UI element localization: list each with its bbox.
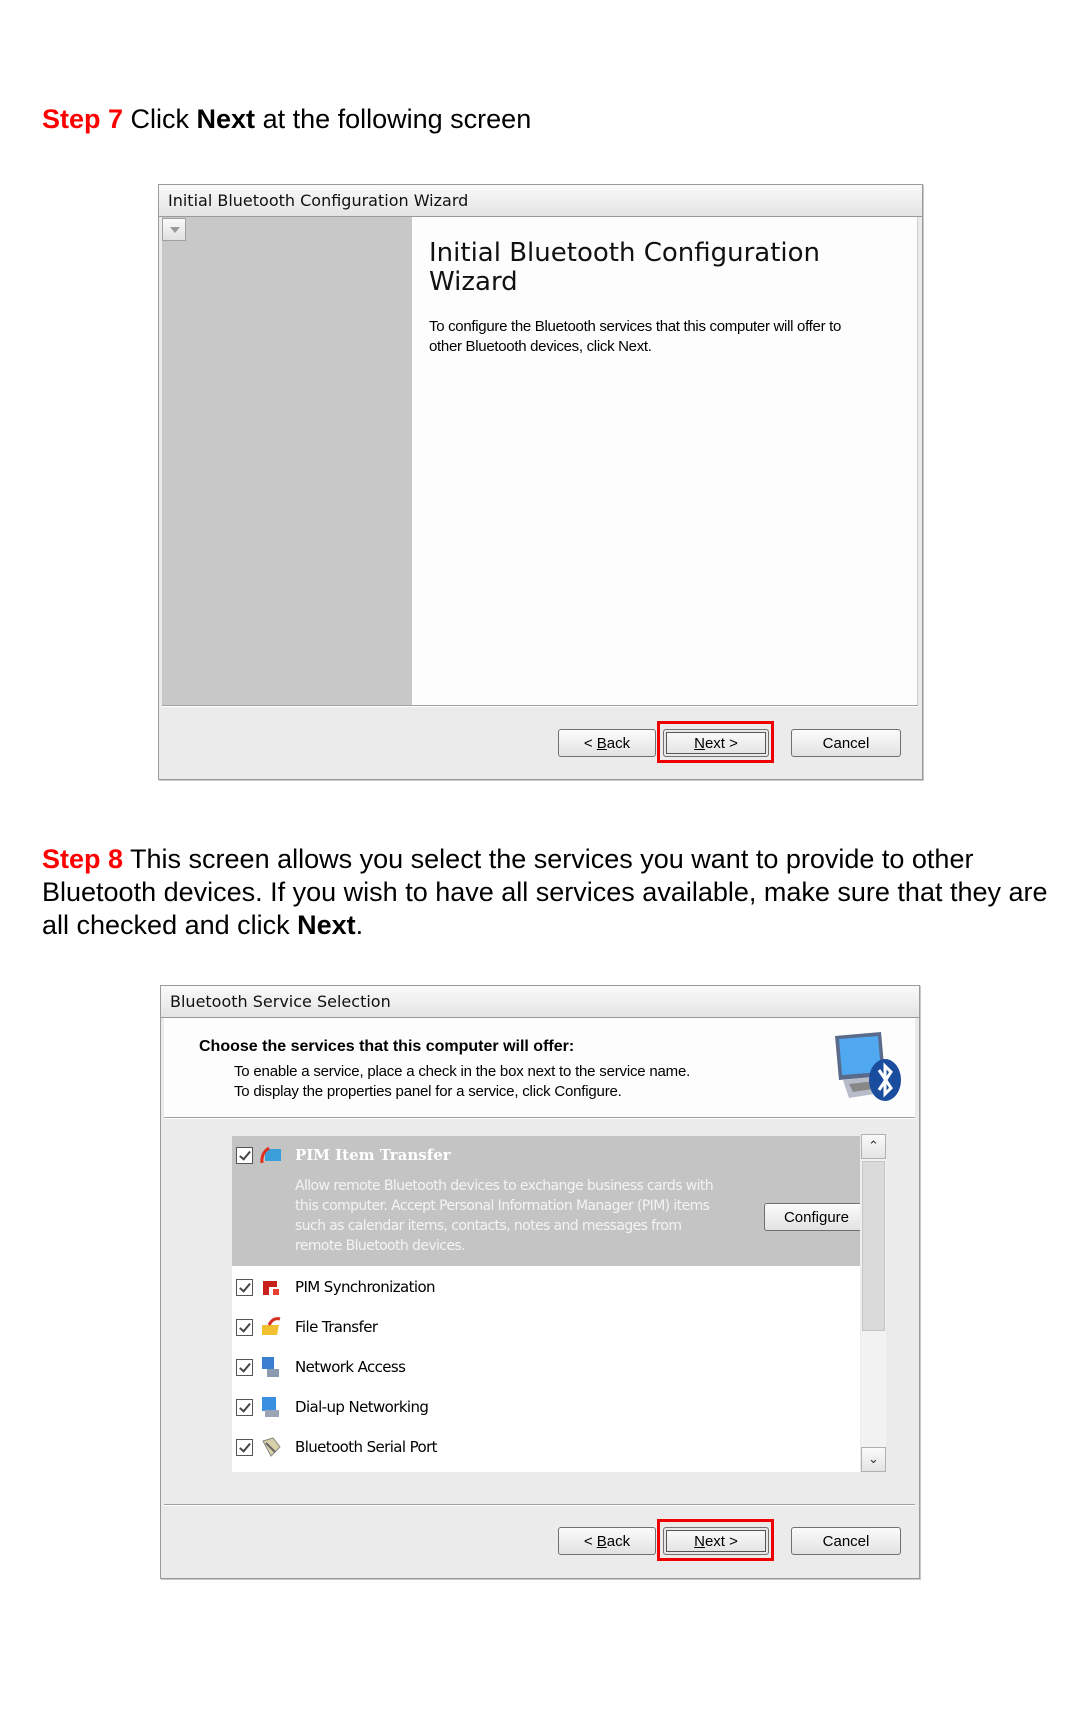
service-item[interactable]: Network Access bbox=[232, 1348, 860, 1388]
service-item[interactable]: Bluetooth Serial Port bbox=[232, 1428, 860, 1468]
step8-label: Step 8 bbox=[42, 844, 124, 874]
serial-port-icon bbox=[262, 1437, 281, 1457]
step7-text: Click bbox=[123, 104, 197, 134]
scroll-thumb[interactable] bbox=[862, 1161, 885, 1331]
service-name: PIM Synchronization bbox=[295, 1278, 436, 1296]
service-checkbox[interactable] bbox=[236, 1319, 253, 1336]
service-item[interactable]: PIM Synchronization bbox=[232, 1268, 860, 1308]
footer-divider bbox=[164, 1504, 915, 1506]
file-transfer-icon bbox=[262, 1317, 281, 1335]
dialog2-titlebar: Bluetooth Service Selection bbox=[161, 986, 919, 1018]
service-checkbox[interactable] bbox=[236, 1399, 253, 1416]
back-button[interactable]: < Back bbox=[558, 1527, 656, 1555]
wizard-heading: Initial Bluetooth Configuration Wizard bbox=[429, 238, 821, 297]
step8-bold: Next bbox=[297, 910, 356, 940]
service-description: Allow remote Bluetooth devices to exchan… bbox=[295, 1178, 714, 1254]
service-checkbox[interactable] bbox=[236, 1279, 253, 1296]
dialog2-header: Choose the services that this computer w… bbox=[164, 1018, 915, 1117]
wizard-side-panel bbox=[162, 217, 412, 705]
service-checkbox[interactable] bbox=[236, 1439, 253, 1456]
chevron-up-icon: ⌃ bbox=[868, 1139, 879, 1154]
service-item[interactable]: File Transfer bbox=[232, 1308, 860, 1348]
service-item[interactable]: PIM Item Transfer Allow remote Bluetooth… bbox=[232, 1136, 860, 1266]
header-title: Choose the services that this computer w… bbox=[199, 1038, 575, 1055]
network-access-icon bbox=[262, 1357, 279, 1377]
step7-label: Step 7 bbox=[42, 104, 124, 134]
step7-instruction: Step 7 Click Next at the following scree… bbox=[42, 103, 531, 136]
service-checkbox[interactable] bbox=[236, 1147, 253, 1164]
service-name: PIM Item Transfer bbox=[295, 1146, 451, 1164]
configure-button[interactable]: Configure bbox=[764, 1203, 860, 1231]
dialog1-titlebar: Initial Bluetooth Configuration Wizard bbox=[159, 185, 922, 217]
chevron-down-icon: ⌄ bbox=[868, 1452, 879, 1467]
service-name: Dial-up Networking bbox=[295, 1398, 429, 1416]
header-divider bbox=[164, 1117, 915, 1119]
service-checkbox[interactable] bbox=[236, 1359, 253, 1376]
service-name: Network Access bbox=[295, 1358, 406, 1376]
wizard-description: To configure the Bluetooth services that… bbox=[429, 318, 842, 355]
next-button-highlight bbox=[657, 721, 774, 763]
service-name: File Transfer bbox=[295, 1318, 378, 1336]
dropdown-button[interactable] bbox=[162, 218, 186, 241]
computer-bluetooth-icon bbox=[835, 1032, 901, 1101]
step7-text-after: at the following screen bbox=[255, 104, 532, 134]
divider bbox=[162, 705, 918, 707]
service-item[interactable]: Dial-up Networking bbox=[232, 1388, 860, 1428]
back-button[interactable]: < Back bbox=[558, 729, 656, 757]
step7-bold: Next bbox=[196, 104, 256, 134]
list-scrollbar[interactable]: ⌃ ⌄ bbox=[861, 1134, 886, 1472]
dialup-networking-icon bbox=[262, 1397, 279, 1417]
pim-transfer-icon bbox=[260, 1146, 281, 1164]
cancel-button[interactable]: Cancel bbox=[791, 1527, 901, 1555]
service-selection-dialog: Bluetooth Service Selection Choose the s… bbox=[160, 985, 920, 1579]
header-line2: To display the properties panel for a se… bbox=[234, 1083, 622, 1100]
chevron-down-icon bbox=[170, 227, 180, 233]
next-button-highlight bbox=[657, 1519, 774, 1561]
scroll-up-button[interactable]: ⌃ bbox=[861, 1134, 886, 1159]
service-name: Bluetooth Serial Port bbox=[295, 1438, 438, 1456]
header-line1: To enable a service, place a check in th… bbox=[234, 1063, 691, 1080]
header-instructions: To enable a service, place a check in th… bbox=[234, 1062, 690, 1102]
service-list[interactable]: PIM Item Transfer Allow remote Bluetooth… bbox=[232, 1136, 860, 1472]
step8-instruction: Step 8 This screen allows you select the… bbox=[42, 843, 1052, 942]
cancel-button[interactable]: Cancel bbox=[791, 729, 901, 757]
step8-text-after: . bbox=[355, 910, 364, 940]
initial-config-wizard-dialog: Initial Bluetooth Configuration Wizard I… bbox=[158, 184, 923, 780]
step8-text: This screen allows you select the servic… bbox=[42, 844, 1048, 940]
pim-sync-icon bbox=[263, 1281, 279, 1295]
scroll-down-button[interactable]: ⌄ bbox=[861, 1447, 886, 1472]
